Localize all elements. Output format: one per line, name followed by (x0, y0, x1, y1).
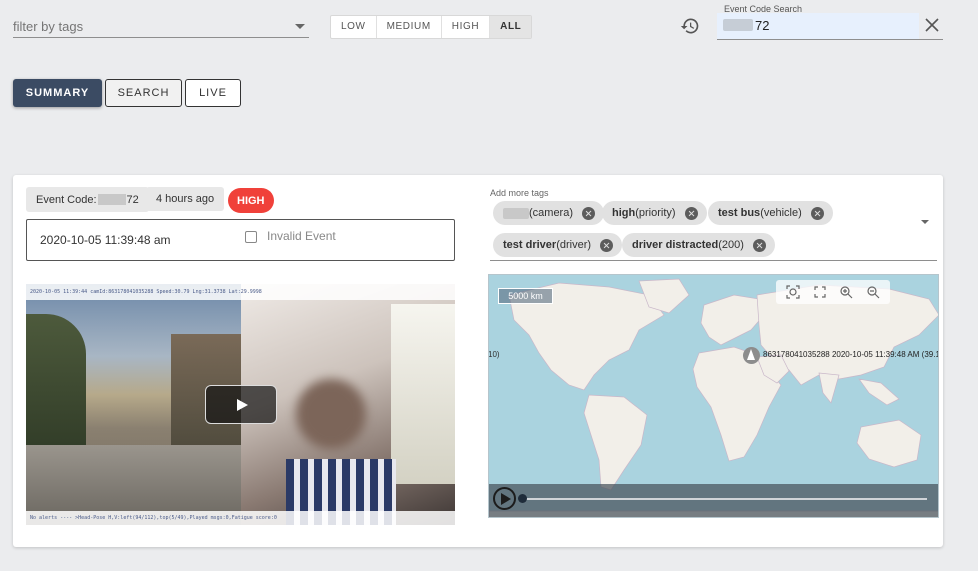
fullscreen-icon[interactable] (813, 285, 827, 299)
event-code-suffix: 72 (126, 193, 139, 206)
tag-type: (priority) (635, 207, 676, 219)
tag-chip-driver: test driver (driver) (493, 233, 623, 257)
remove-tag-icon[interactable] (684, 206, 698, 220)
playback-track[interactable] (523, 498, 927, 500)
remove-tag-icon[interactable] (582, 206, 596, 220)
chevron-down-icon[interactable] (921, 220, 929, 224)
add-more-tags-label: Add more tags (490, 188, 549, 198)
priority-all-button[interactable]: ALL (490, 16, 532, 38)
tag-value: high (612, 207, 636, 219)
priority-badge: HIGH (228, 188, 274, 213)
history-icon[interactable] (680, 16, 700, 36)
tags-input[interactable]: (camera) high (priority) test bus (vehicle… (490, 200, 937, 261)
video-alert-text: No alerts ---- >Head-Pose H,V:left(94/11… (30, 515, 277, 521)
video-telemetry-text: 2020-10-05 11:39:44 camId:86317804103528… (30, 289, 262, 295)
tag-chip-camera: (camera) (493, 201, 605, 225)
priority-medium-button[interactable]: MEDIUM (377, 16, 442, 38)
remove-tag-icon[interactable] (810, 206, 824, 220)
playback-slider-handle[interactable] (518, 494, 527, 503)
priority-toggle-group: LOW MEDIUM HIGH ALL (330, 15, 533, 39)
filter-by-tags-select[interactable]: filter by tags (13, 10, 309, 38)
vehicle-location-marker-icon[interactable] (743, 347, 760, 364)
event-location-map[interactable]: 5000 km 10) 863178041035288 2020-10-05 1… (488, 274, 939, 518)
remove-tag-icon[interactable] (752, 238, 766, 252)
marker-label: 863178041035288 2020-10-05 11:39:48 AM (… (763, 350, 939, 359)
event-code-search-value: 72 (755, 18, 770, 33)
tag-text: (camera) (529, 207, 574, 219)
video-overlay-bottom: No alerts ---- >Head-Pose H,V:left(94/11… (26, 511, 455, 525)
time-ago-chip: 4 hours ago (146, 187, 225, 211)
event-info-box: 2020-10-05 11:39:48 am Invalid Event (26, 219, 455, 261)
play-icon[interactable] (205, 385, 277, 424)
close-icon[interactable] (924, 17, 940, 33)
search-button[interactable]: SEARCH (105, 79, 182, 107)
filter-placeholder: filter by tags (13, 19, 84, 34)
map-scale-bar: 5000 km (498, 288, 553, 304)
summary-button[interactable]: SUMMARY (13, 79, 102, 107)
frame-window (391, 304, 455, 484)
map-toolbar (776, 280, 890, 304)
zoom-out-icon[interactable] (866, 285, 880, 299)
world-map (489, 278, 938, 517)
tag-chip-vehicle: test bus (vehicle) (708, 201, 833, 225)
event-video-player[interactable]: 2020-10-05 11:39:44 camId:86317804103528… (26, 284, 455, 525)
blurred-driver-face (296, 379, 366, 449)
event-code-chip: Event Code: 72 (26, 187, 149, 212)
live-button[interactable]: LIVE (185, 79, 241, 107)
video-overlay-top: 2020-10-05 11:39:44 camId:86317804103528… (26, 284, 455, 300)
tag-chip-priority: high (priority) (602, 201, 707, 225)
tag-chip-event-type: driver distracted (200) (622, 233, 775, 257)
redacted-mask (97, 194, 126, 205)
tag-value: driver distracted (632, 239, 719, 251)
invalid-event-checkbox[interactable] (245, 231, 257, 243)
redacted-mask (503, 207, 529, 219)
play-icon[interactable] (493, 487, 516, 510)
tag-value: test driver (503, 239, 557, 251)
route-playback-bar (489, 484, 938, 517)
event-code-label: Event Code: (36, 193, 97, 206)
frame-trees (26, 314, 86, 464)
chevron-down-icon[interactable] (295, 24, 305, 29)
event-timestamp: 2020-10-05 11:39:48 am (40, 233, 171, 247)
invalid-event-label[interactable]: Invalid Event (267, 229, 336, 243)
remove-tag-icon[interactable] (600, 238, 614, 252)
input-underline (717, 39, 943, 40)
priority-high-button[interactable]: HIGH (442, 16, 491, 38)
recenter-icon[interactable] (786, 285, 800, 299)
event-card: Event Code: 72 4 hours ago HIGH 2020-10-0… (13, 175, 943, 547)
tag-type: (200) (718, 239, 744, 251)
tag-value: test bus (718, 207, 761, 219)
priority-low-button[interactable]: LOW (331, 16, 377, 38)
redacted-mask (723, 19, 753, 31)
tag-type: (driver) (556, 239, 592, 251)
zoom-in-icon[interactable] (839, 285, 853, 299)
event-code-search-input[interactable]: 72 (717, 13, 919, 39)
map-side-label: 10) (488, 350, 500, 359)
tag-type: (vehicle) (760, 207, 802, 219)
